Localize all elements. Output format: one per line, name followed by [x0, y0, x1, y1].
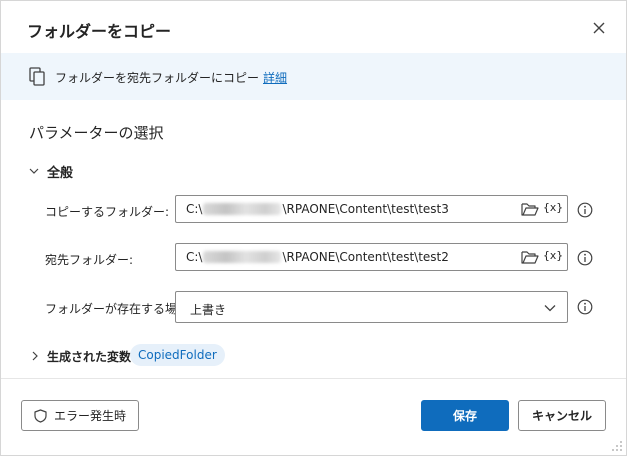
general-group-toggle[interactable]: 全般 — [27, 161, 73, 181]
chevron-down-icon — [27, 164, 41, 178]
if-exists-value: 上書き — [190, 303, 227, 317]
redacted-text — [203, 203, 282, 215]
shield-icon — [34, 408, 47, 423]
variable-chip[interactable]: CopiedFolder — [130, 344, 225, 366]
variable-picker-button[interactable]: {x} — [543, 201, 563, 214]
generated-variables-toggle[interactable]: 生成された変数 — [29, 345, 131, 367]
chevron-right-icon — [29, 350, 41, 362]
folder-open-icon[interactable] — [521, 249, 539, 265]
dest-folder-value: C:\ \RPAONE\Content\test\test2 — [186, 250, 449, 264]
dest-path-prefix: C:\ — [186, 250, 203, 264]
info-text: フォルダーを宛先フォルダーにコピー 詳細 — [55, 69, 287, 86]
section-title: パラメーターの選択 — [29, 124, 164, 142]
redacted-text — [203, 251, 282, 263]
on-error-button[interactable]: エラー発生時 — [21, 400, 139, 431]
close-icon — [593, 22, 605, 34]
source-path-prefix: C:\ — [186, 202, 203, 216]
chevron-down-icon — [544, 305, 556, 312]
dest-folder-input[interactable]: C:\ \RPAONE\Content\test\test2 {x} — [175, 243, 568, 271]
copy-folder-dialog: フォルダーをコピー フォルダーを宛先フォルダーにコピー 詳細 パラメーターの選択 … — [0, 0, 627, 456]
copy-icon — [29, 67, 45, 86]
dest-path-suffix: \RPAONE\Content\test\test2 — [282, 250, 449, 264]
info-circle-icon[interactable] — [577, 299, 593, 315]
info-circle-icon[interactable] — [577, 202, 593, 218]
dialog-title: フォルダーをコピー — [27, 22, 172, 41]
source-path-suffix: \RPAONE\Content\test\test3 — [282, 202, 449, 216]
dest-folder-label: 宛先フォルダー: — [45, 253, 134, 267]
if-exists-label: フォルダーが存在する場合: — [45, 302, 194, 316]
source-folder-label: コピーするフォルダー: — [45, 205, 170, 219]
details-link[interactable]: 詳細 — [263, 71, 287, 85]
info-circle-icon[interactable] — [577, 250, 593, 266]
info-description: フォルダーを宛先フォルダーにコピー — [55, 71, 260, 85]
save-button[interactable]: 保存 — [421, 400, 509, 431]
general-group-label: 全般 — [47, 165, 74, 181]
folder-open-icon[interactable] — [521, 201, 539, 217]
dialog-header: フォルダーをコピー — [1, 1, 626, 53]
close-button[interactable] — [589, 18, 609, 38]
if-exists-dropdown[interactable]: 上書き — [175, 291, 568, 323]
info-banner: フォルダーを宛先フォルダーにコピー 詳細 — [1, 53, 626, 100]
resize-grip-icon[interactable] — [611, 440, 623, 452]
generated-variables-label: 生成された変数 — [47, 349, 132, 364]
on-error-label: エラー発生時 — [53, 409, 126, 423]
footer-divider — [1, 378, 626, 379]
source-folder-value: C:\ \RPAONE\Content\test\test3 — [186, 202, 449, 216]
source-folder-input[interactable]: C:\ \RPAONE\Content\test\test3 {x} — [175, 195, 568, 223]
cancel-button[interactable]: キャンセル — [518, 400, 606, 431]
variable-picker-button[interactable]: {x} — [543, 249, 563, 262]
